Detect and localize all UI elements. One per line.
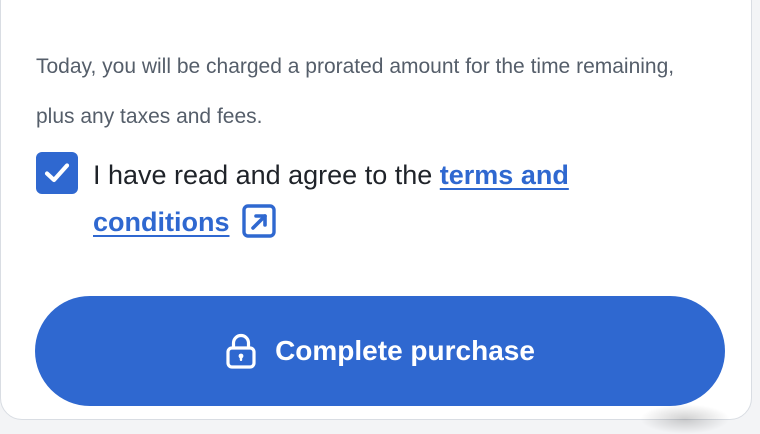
complete-purchase-button[interactable]: Complete purchase <box>35 296 725 406</box>
proration-notice: Today, you will be charged a prorated am… <box>36 55 675 128</box>
corner-shadow <box>640 404 730 434</box>
lock-icon <box>226 333 256 369</box>
terms-prefix: I have read and agree to the <box>93 160 433 190</box>
external-link-icon[interactable] <box>241 204 276 238</box>
checkmark-icon <box>44 163 70 183</box>
terms-label: I have read and agree to the terms and c… <box>93 152 653 246</box>
complete-purchase-label: Complete purchase <box>275 335 535 366</box>
terms-checkbox[interactable] <box>36 152 78 194</box>
